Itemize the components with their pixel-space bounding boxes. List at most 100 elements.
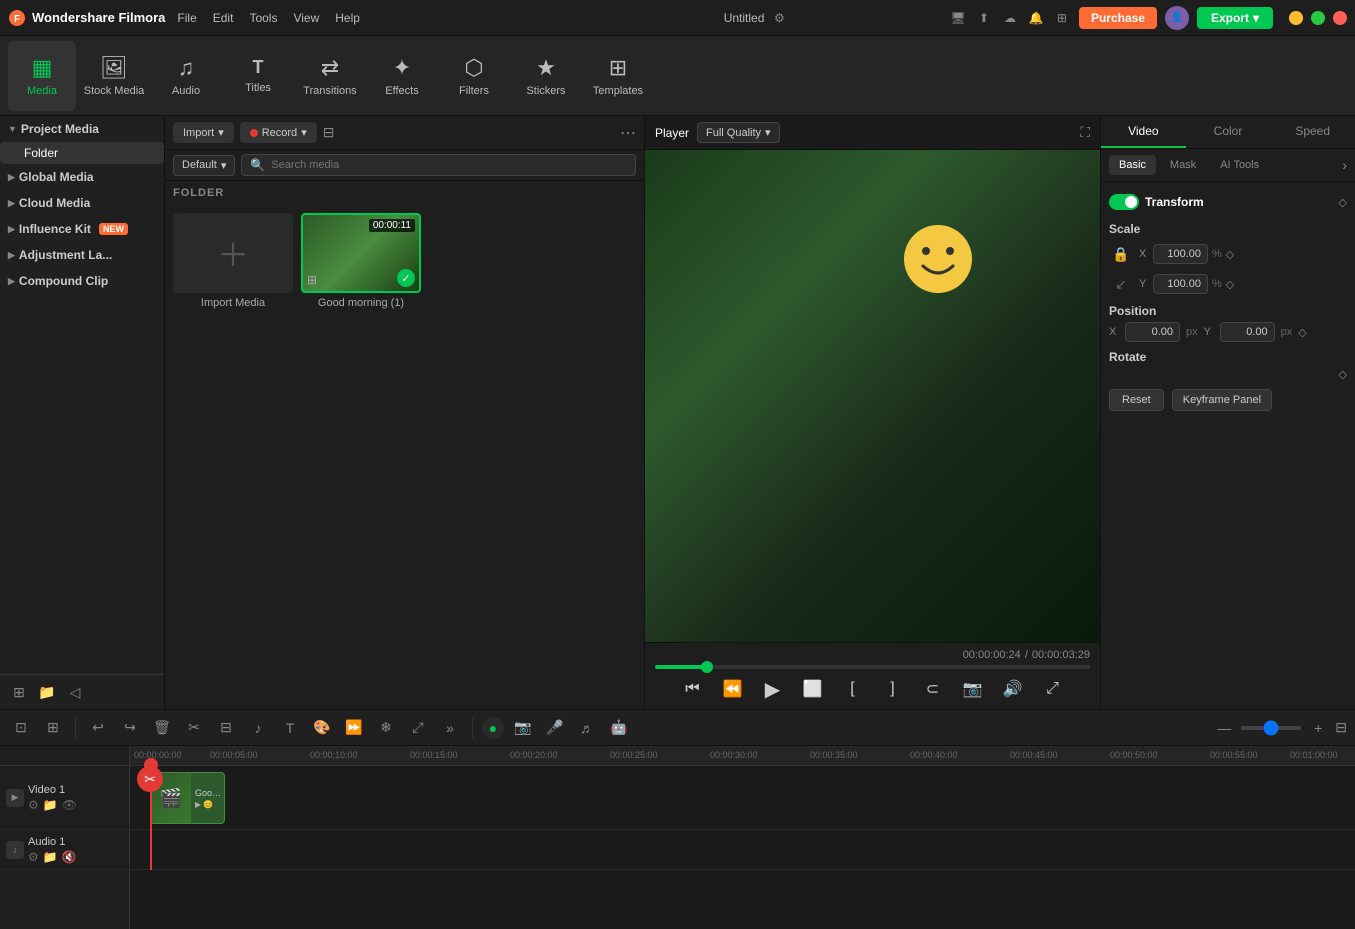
toolbar-titles[interactable]: T Titles (224, 41, 292, 111)
position-keyframe-icon[interactable]: ◇ (1298, 326, 1306, 339)
position-y-input[interactable] (1220, 322, 1275, 342)
settings-icon[interactable]: ⚙ (770, 9, 788, 27)
quality-select[interactable]: Full Quality ▾ (697, 122, 780, 143)
toolbar-templates[interactable]: ⊞ Templates (584, 41, 652, 111)
color-button[interactable]: 🎨 (309, 715, 335, 741)
close-button[interactable] (1333, 11, 1347, 25)
tab-video[interactable]: Video (1101, 116, 1186, 148)
magnet-button[interactable]: ⊞ (40, 715, 66, 741)
freeze-button[interactable]: ❄ (373, 715, 399, 741)
position-x-input[interactable] (1125, 322, 1180, 342)
crop-button[interactable]: ⊟ (213, 715, 239, 741)
volume-button[interactable]: 🔊 (999, 675, 1027, 703)
toolbar-stickers[interactable]: ★ Stickers (512, 41, 580, 111)
delete-button[interactable]: 🗑 (149, 715, 175, 741)
cut-marker[interactable]: ✂ (137, 766, 163, 792)
transform-section-toggle[interactable]: Transform ◇ (1109, 190, 1347, 214)
add-folder-icon[interactable]: ⊞ (8, 681, 30, 703)
sidebar-item-compound-clip[interactable]: ▶ Compound Clip (0, 268, 164, 294)
filter-icon[interactable]: ⊟ (323, 124, 335, 141)
music-button[interactable]: ♬ (574, 715, 600, 741)
player-tab[interactable]: Player (655, 126, 689, 140)
ai-button[interactable]: 🤖 (606, 715, 632, 741)
menu-help[interactable]: Help (335, 11, 360, 25)
audio-track-mute-icon[interactable]: 🔇 (62, 850, 77, 864)
mark-in-button[interactable]: [ (839, 675, 867, 703)
more-options-button[interactable]: ⋯ (620, 123, 636, 143)
transform-keyframe-icon[interactable]: ◇ (1339, 196, 1347, 209)
cut-button[interactable]: ✂ (181, 715, 207, 741)
toolbar-media[interactable]: ▦ Media (8, 41, 76, 111)
tab-color[interactable]: Color (1186, 116, 1271, 148)
sidebar-item-folder[interactable]: Folder (0, 142, 164, 164)
sub-tab-more-icon[interactable]: › (1342, 155, 1347, 175)
sidebar-item-influence-kit[interactable]: ▶ Influence Kit NEW (0, 216, 164, 242)
expand-button[interactable]: ⤢ (1039, 675, 1067, 703)
zoom-in-button[interactable]: + (1305, 715, 1331, 741)
transform-toggle[interactable] (1109, 194, 1139, 210)
toolbar-transitions[interactable]: ⇄ Transitions (296, 41, 364, 111)
mark-out-button[interactable]: ] (879, 675, 907, 703)
sub-tab-mask[interactable]: Mask (1160, 155, 1206, 175)
list-item[interactable]: 00:00:11 ⊞ ✓ Good morning (1) (301, 213, 421, 309)
share-icon[interactable]: ⬆ (975, 9, 993, 27)
sidebar-item-adjustment[interactable]: ▶ Adjustment La... (0, 242, 164, 268)
video-track-settings-icon[interactable]: ⚙ (28, 798, 39, 812)
more-tl-button[interactable]: » (437, 715, 463, 741)
speed-button[interactable]: ⏩ (341, 715, 367, 741)
minimize-button[interactable] (1289, 11, 1303, 25)
search-input[interactable] (271, 159, 627, 171)
bell-icon[interactable]: 🔔 (1027, 9, 1045, 27)
toolbar-effects[interactable]: ✦ Effects (368, 41, 436, 111)
scale-y-input[interactable] (1153, 274, 1208, 294)
sub-tab-ai-tools[interactable]: AI Tools (1210, 155, 1269, 175)
maximize-button[interactable] (1311, 11, 1325, 25)
progress-thumb[interactable] (701, 661, 713, 673)
sidebar-item-global-media[interactable]: ▶ Global Media (0, 164, 164, 190)
scale-x-input[interactable] (1153, 244, 1208, 264)
audio-detach-button[interactable]: ♪ (245, 715, 271, 741)
play-button[interactable]: ▶ (759, 675, 787, 703)
audio-track-folder-icon[interactable]: 📁 (43, 850, 58, 864)
grid-layout-button[interactable]: ⊟ (1335, 719, 1347, 736)
menu-edit[interactable]: Edit (213, 11, 234, 25)
export-button[interactable]: Export ▾ (1197, 7, 1273, 29)
default-select[interactable]: Default ▾ (173, 155, 235, 176)
monitor-icon[interactable]: 🖥 (949, 9, 967, 27)
video-track-folder-icon[interactable]: 📁 (43, 798, 58, 812)
zoom-out-button[interactable]: — (1211, 715, 1237, 741)
sidebar-item-cloud-media[interactable]: ▶ Cloud Media (0, 190, 164, 216)
video-track-eye-icon[interactable]: 👁 (62, 798, 77, 812)
time-ruler[interactable]: 00:00:00:00 00:00:05:00 00:00:10:00 00:0… (130, 746, 1355, 766)
snapshot-button[interactable]: 📷 (959, 675, 987, 703)
frame-back-button[interactable]: ⏪ (719, 675, 747, 703)
voiceover-button[interactable]: 🎤 (542, 715, 568, 741)
scale-y-keyframe-icon[interactable]: ◇ (1226, 278, 1234, 291)
lock-aspect-icon[interactable]: 🔒 (1109, 242, 1133, 266)
purchase-button[interactable]: Purchase (1079, 7, 1157, 29)
insert-button[interactable]: ⊂ (919, 675, 947, 703)
stop-button[interactable]: ⬜ (799, 675, 827, 703)
cloud-icon[interactable]: ☁ (1001, 9, 1019, 27)
skip-back-button[interactable]: ⏮ (679, 675, 707, 703)
redo-button[interactable]: ↪ (117, 715, 143, 741)
import-thumb[interactable]: ＋ (173, 213, 293, 293)
record-tl-button[interactable]: ● (482, 717, 504, 739)
sub-tab-basic[interactable]: Basic (1109, 155, 1156, 175)
collapse-icon[interactable]: ◁ (64, 681, 86, 703)
menu-tools[interactable]: Tools (249, 11, 277, 25)
avatar[interactable]: 👤 (1165, 6, 1189, 30)
rotate-keyframe-icon[interactable]: ◇ (1339, 368, 1347, 381)
video-thumb[interactable]: 00:00:11 ⊞ ✓ (301, 213, 421, 293)
keyframe-panel-button[interactable]: Keyframe Panel (1172, 389, 1272, 411)
toolbar-audio[interactable]: ♫ Audio (152, 41, 220, 111)
record-button[interactable]: Record ▾ (240, 122, 317, 143)
menu-view[interactable]: View (293, 11, 319, 25)
transform-button[interactable]: ⤢ (405, 715, 431, 741)
fullscreen-icon[interactable]: ⛶ (1080, 124, 1090, 141)
undo-button[interactable]: ↩ (85, 715, 111, 741)
audio-track-settings-icon[interactable]: ⚙ (28, 850, 39, 864)
list-item[interactable]: ＋ Import Media (173, 213, 293, 309)
toolbar-stock-media[interactable]: 🖼 Stock Media (80, 41, 148, 111)
menu-file[interactable]: File (177, 11, 196, 25)
